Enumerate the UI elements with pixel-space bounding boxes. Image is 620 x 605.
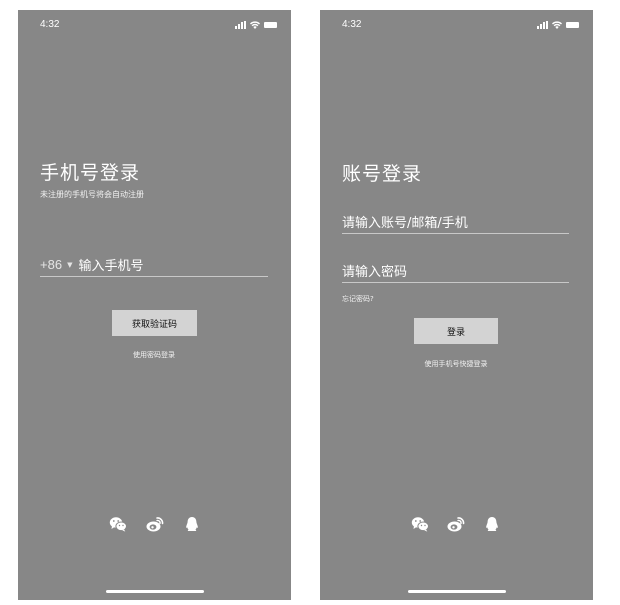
password-input[interactable]: 请输入密码 <box>342 259 569 283</box>
qq-icon[interactable] <box>183 516 201 532</box>
status-time: 4:32 <box>342 19 362 30</box>
account-placeholder: 请输入账号/邮箱/手机 <box>342 216 468 231</box>
weibo-icon[interactable] <box>146 516 164 532</box>
wechat-icon[interactable] <box>109 516 127 532</box>
page-title: 账号登录 <box>342 163 423 185</box>
signal-icon <box>537 21 548 29</box>
caret-down-icon[interactable]: ▼ <box>67 261 72 269</box>
wechat-icon[interactable] <box>411 516 429 532</box>
status-time: 4:32 <box>40 19 60 30</box>
wifi-icon <box>250 21 260 29</box>
status-icons <box>537 20 579 29</box>
page-title: 手机号登录 <box>40 162 141 184</box>
password-placeholder: 请输入密码 <box>342 265 408 280</box>
password-login-link[interactable]: 使用密码登录 <box>104 350 204 360</box>
battery-icon <box>264 22 277 28</box>
account-input[interactable]: 请输入账号/邮箱/手机 <box>342 210 569 234</box>
forgot-password-link[interactable]: 忘记密码? <box>342 294 374 304</box>
signal-icon <box>235 21 246 29</box>
status-icons <box>235 20 277 29</box>
home-indicator[interactable] <box>407 590 506 593</box>
page-subtitle: 未注册的手机号将会自动注册 <box>40 190 144 199</box>
phone-login-screen: 4:32 手机号登录 未注册的手机号将会自动注册 +86 ▼ 输入手机号 获取验… <box>18 10 291 600</box>
country-code[interactable]: +86 <box>40 257 62 272</box>
login-button[interactable]: 登录 <box>414 318 498 344</box>
get-code-button[interactable]: 获取验证码 <box>112 310 197 336</box>
qq-icon[interactable] <box>483 516 501 532</box>
weibo-icon[interactable] <box>447 516 465 532</box>
home-indicator[interactable] <box>105 590 204 593</box>
phone-placeholder: 输入手机号 <box>78 259 144 274</box>
account-login-screen: 4:32 账号登录 请输入账号/邮箱/手机 请输入密码 忘记密码? 登录 使用手… <box>320 10 593 600</box>
quick-login-link[interactable]: 使用手机号快捷登录 <box>396 359 516 369</box>
social-login-row <box>109 516 201 532</box>
wifi-icon <box>552 21 562 29</box>
social-login-row <box>411 516 501 532</box>
battery-icon <box>566 22 579 28</box>
phone-input[interactable]: +86 ▼ 输入手机号 <box>40 253 268 277</box>
